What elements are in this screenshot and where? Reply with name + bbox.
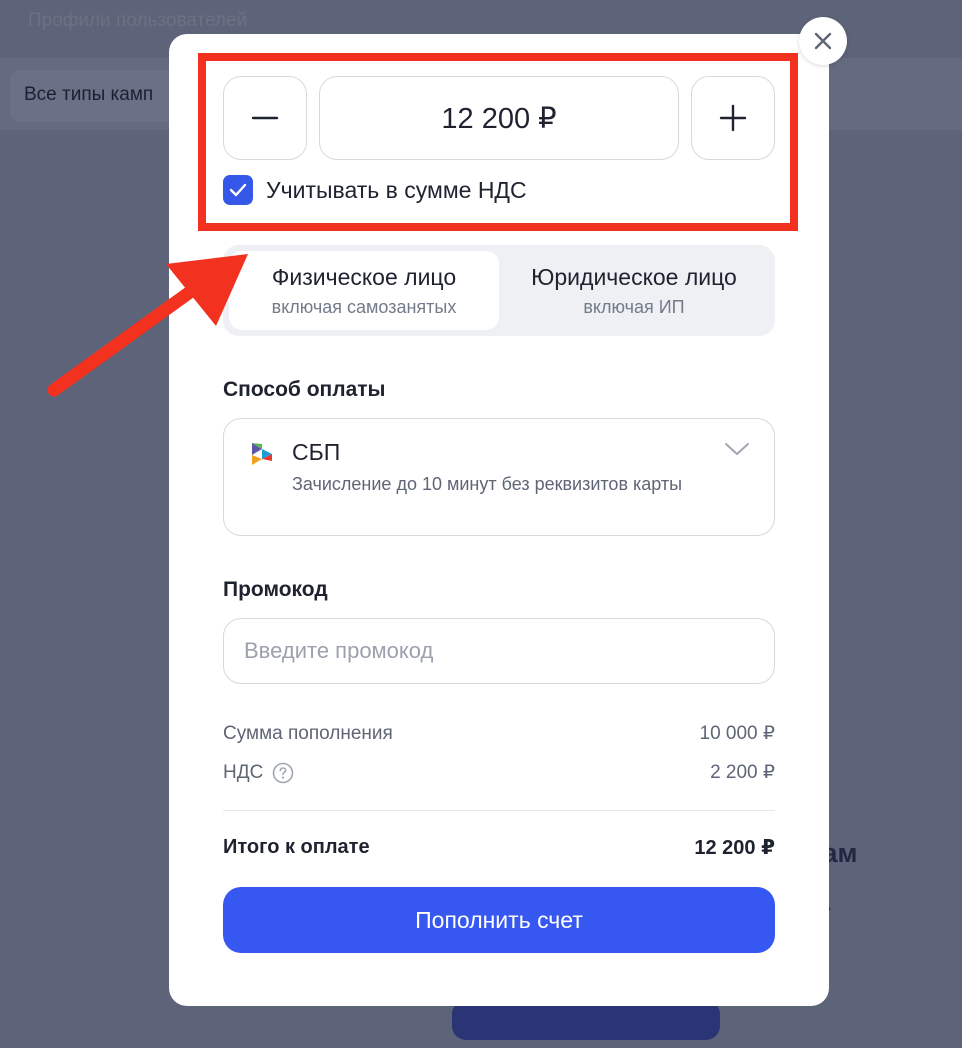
close-button[interactable]	[799, 17, 847, 65]
payer-type-switch: Физическое лицо включая самозанятых Юрид…	[223, 245, 775, 336]
question-circle-icon[interactable]	[272, 762, 294, 784]
topup-submit-button[interactable]: Пополнить счет	[223, 887, 775, 953]
summary-divider	[223, 810, 775, 811]
payment-method-description: Зачисление до 10 минут без реквизитов ка…	[292, 474, 683, 494]
payment-method-label: Способ оплаты	[223, 378, 386, 401]
vat-sum-value: 2 200 ₽	[710, 762, 775, 783]
topup-sum-row: Сумма пополнения 10 000 ₽	[223, 722, 775, 745]
background-button	[452, 1000, 720, 1040]
payer-type-individual-subtitle: включая самозанятых	[271, 296, 457, 317]
topup-sum-value: 10 000 ₽	[699, 723, 775, 744]
vat-sum-label: НДС	[223, 761, 264, 783]
close-icon	[814, 32, 832, 50]
promo-input[interactable]	[223, 618, 775, 684]
total-value: 12 200 ₽	[694, 837, 775, 859]
promo-label: Промокод	[223, 578, 328, 601]
total-label: Итого к оплате	[223, 836, 370, 858]
background-page-title: Профили пользователей	[28, 10, 248, 31]
payment-method-name: СБП	[292, 439, 341, 465]
payer-type-company-title: Юридическое лицо	[531, 263, 737, 290]
payer-type-company[interactable]: Юридическое лицо включая ИП	[499, 251, 769, 330]
chevron-down-icon	[725, 443, 749, 455]
total-row: Итого к оплате 12 200 ₽	[223, 835, 775, 860]
payer-type-company-subtitle: включая ИП	[583, 296, 685, 317]
payer-type-individual-title: Физическое лицо	[271, 263, 457, 290]
payment-method-select[interactable]: СБП Зачисление до 10 минут без реквизито…	[223, 418, 775, 536]
sbp-logo-icon	[252, 443, 272, 465]
topup-sum-label: Сумма пополнения	[223, 722, 393, 744]
vat-sum-row: НДС 2 200 ₽	[223, 761, 775, 784]
vat-sum-label-wrap: НДС	[223, 762, 294, 784]
annotation-highlight-box	[198, 53, 798, 231]
